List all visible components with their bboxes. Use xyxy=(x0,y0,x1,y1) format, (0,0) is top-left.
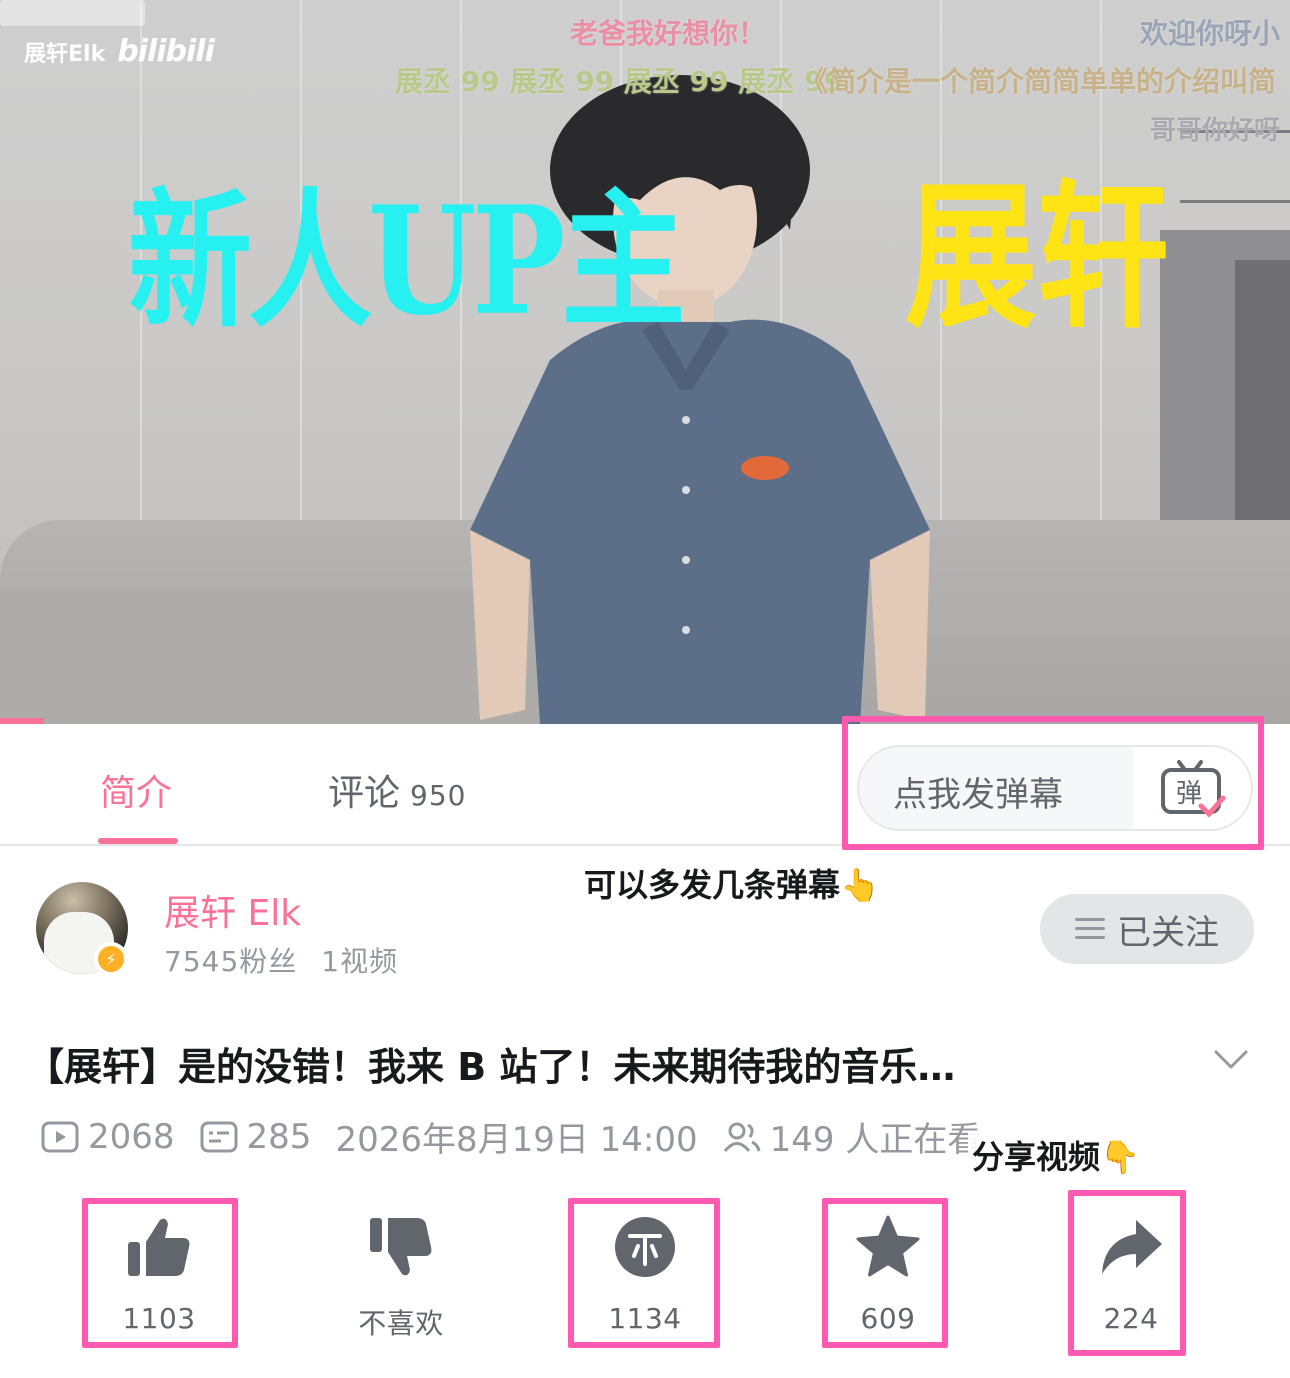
video-caption-name: 展轩 xyxy=(905,164,1169,351)
play-count-icon xyxy=(41,1121,79,1152)
video-caption-new-uploader: 新人UP主 xyxy=(128,174,685,349)
menu-lines-icon xyxy=(1075,918,1105,940)
uploader-stats: 7545粉丝 1视频 xyxy=(164,940,398,980)
danmaku-count: 285 xyxy=(199,1117,311,1157)
bilibili-logo: bilibili xyxy=(117,34,215,69)
publish-time: 2026年8月19日 14:00 xyxy=(335,1120,698,1160)
highlight-box-favorite xyxy=(822,1198,948,1348)
tab-active-indicator xyxy=(98,838,178,844)
uploader-name[interactable]: 展轩 Elk xyxy=(164,884,301,936)
annotation-share-hint: 分享视频👇 xyxy=(968,1132,1144,1178)
bilibili-watermark: 展轩Elk bilibili xyxy=(24,34,215,69)
highlight-box-danmaku xyxy=(842,716,1264,850)
danmaku-count-icon xyxy=(200,1121,238,1152)
follower-count: 7545粉丝 xyxy=(164,945,298,978)
clothes-rack-lower xyxy=(1180,200,1290,203)
danmaku-comment: 展丞 99 展丞 99 展丞 99 展丞 99 xyxy=(395,65,844,98)
video-player[interactable]: 展轩Elk bilibili 老爸我好想你！ 欢迎你呀小 展丞 99 展丞 99… xyxy=(0,0,1290,724)
follow-button-label: 已关注 xyxy=(1117,912,1219,953)
tab-comments-count: 950 xyxy=(410,779,467,812)
video-title: 【展轩】是的没错！我来 B 站了！未来期待我的音乐… xyxy=(26,1045,956,1089)
video-meta: 2068 285 2026年8月19日 14:00 149 人正在看 xyxy=(40,1112,1005,1161)
danmaku-comment: 《简介是一个简介简简单单的介绍叫简 xyxy=(800,65,1277,98)
people-icon xyxy=(723,1122,761,1152)
dislike-label: 不喜欢 xyxy=(358,1307,444,1340)
follow-button[interactable]: 已关注 xyxy=(1040,894,1254,964)
tab-intro[interactable]: 简介 xyxy=(100,764,172,816)
video-count: 1视频 xyxy=(321,945,399,978)
danmaku-comment: 老爸我好想你！ xyxy=(570,17,767,50)
tab-comments[interactable]: 评论 950 xyxy=(328,764,466,816)
tab-comments-label: 评论 xyxy=(328,773,401,814)
dislike-button[interactable]: 不喜欢 xyxy=(326,1212,476,1342)
chevron-down-icon[interactable] xyxy=(1212,1040,1250,1078)
highlight-box-share xyxy=(1068,1190,1186,1356)
annotation-danmaku-hint: 可以多发几条弹幕👆 xyxy=(584,866,880,904)
watermark-user: 展轩Elk xyxy=(24,41,106,67)
danmaku-comment: 哥哥你好呀 xyxy=(1150,116,1281,146)
highlight-box-coin xyxy=(568,1198,720,1348)
verified-lightning-icon: ⚡ xyxy=(94,942,128,976)
danmaku-comment: 欢迎你呀小 xyxy=(1140,17,1281,50)
view-count: 2068 xyxy=(40,1117,175,1157)
highlight-box-like xyxy=(82,1198,238,1348)
watching-count: 149 人正在看 xyxy=(722,1112,981,1161)
thumbs-down-icon xyxy=(370,1218,432,1276)
